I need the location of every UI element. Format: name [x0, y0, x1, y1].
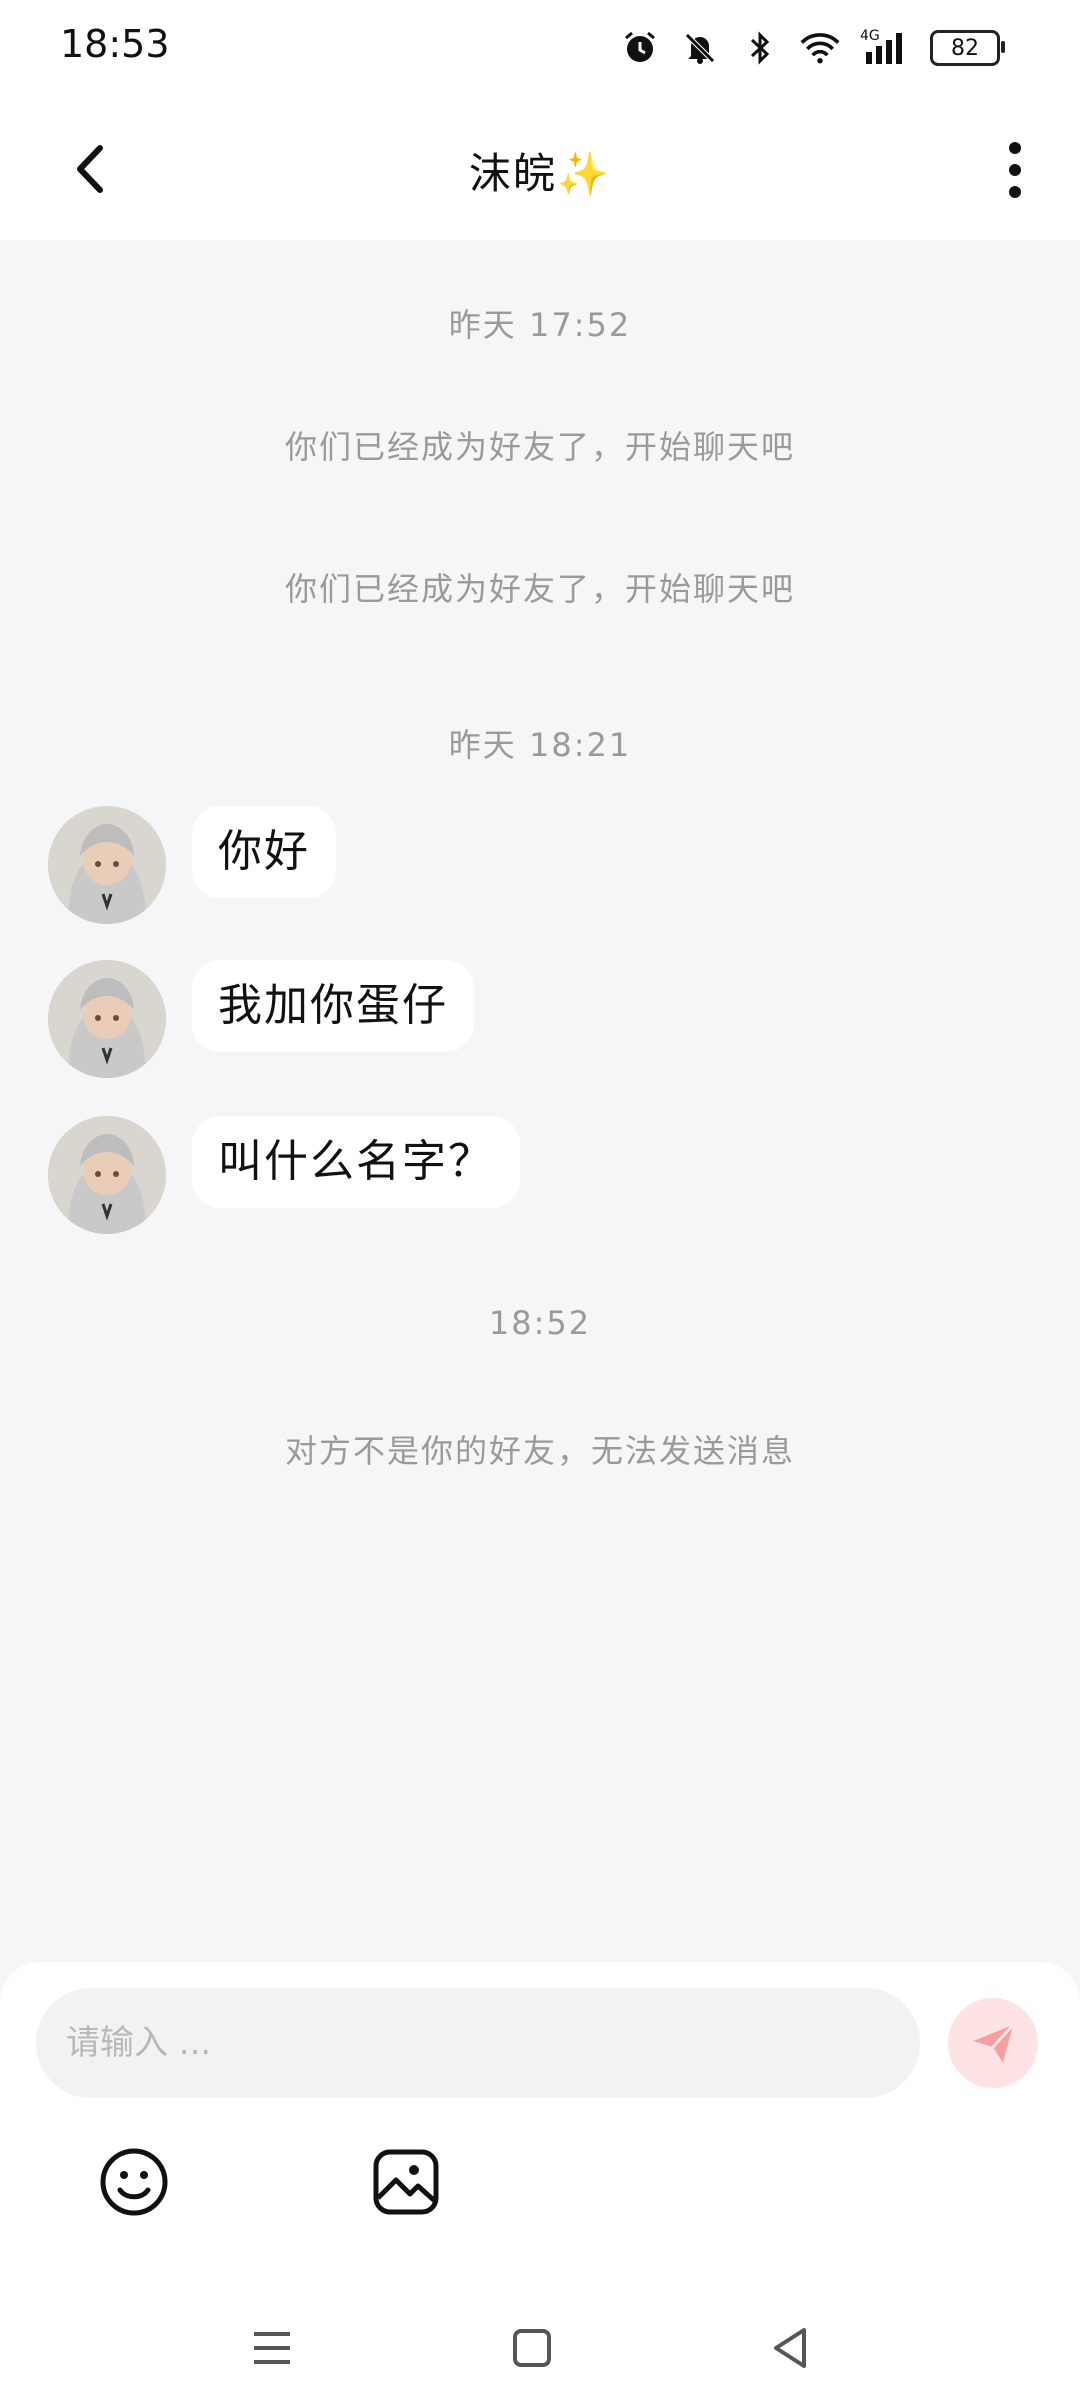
mute-bell-icon — [680, 28, 720, 68]
avatar[interactable] — [48, 1116, 166, 1234]
send-button[interactable] — [948, 1998, 1038, 2088]
system-message: 你们已经成为好友了，开始聊天吧 — [284, 428, 795, 466]
timestamp: 18:52 — [488, 1304, 592, 1342]
message-bubble[interactable]: 叫什么名字？ — [192, 1116, 520, 1208]
battery-indicator: 82 — [930, 30, 1005, 66]
cellular-signal-icon: 4G — [860, 28, 910, 68]
message-list[interactable]: 昨天 17:52 你们已经成为好友了，开始聊天吧 你们已经成为好友了，开始聊天吧… — [0, 240, 1080, 1960]
triangle-back-icon — [774, 2328, 806, 2368]
network-type-label: 4G — [860, 28, 880, 44]
image-icon — [373, 2149, 439, 2215]
system-message: 对方不是你的好友，无法发送消息 — [284, 1432, 795, 1470]
avatar[interactable] — [48, 960, 166, 1078]
send-icon — [973, 2023, 1015, 2063]
message-row: 我加你蛋仔 — [48, 960, 474, 1078]
status-bar: 18:53 4G 82 — [0, 0, 1080, 96]
more-vertical-icon — [1009, 142, 1021, 198]
message-bubble[interactable]: 你好 — [192, 806, 336, 898]
home-button[interactable] — [508, 2324, 556, 2372]
timestamp: 昨天 18:21 — [448, 726, 632, 764]
square-icon — [513, 2329, 551, 2367]
timestamp: 昨天 17:52 — [448, 306, 632, 344]
avatar[interactable] — [48, 806, 166, 924]
status-time: 18:53 — [60, 22, 170, 66]
message-input[interactable] — [36, 1988, 920, 2098]
recent-apps-button[interactable] — [248, 2324, 296, 2372]
alarm-icon — [620, 28, 660, 68]
message-row: 你好 — [48, 806, 336, 924]
more-options-button[interactable] — [990, 138, 1040, 202]
chat-title: 沫皖✨ — [468, 149, 612, 198]
smiley-icon — [100, 2148, 168, 2216]
image-button[interactable] — [370, 2146, 442, 2218]
system-navigation-bar — [0, 2288, 1080, 2408]
status-icons: 4G 82 — [620, 22, 1005, 74]
wifi-icon — [800, 28, 840, 68]
message-bubble[interactable]: 我加你蛋仔 — [192, 960, 474, 1052]
message-row: 叫什么名字？ — [48, 1116, 520, 1234]
menu-icon — [254, 2332, 290, 2364]
chat-header: 沫皖✨ — [0, 96, 1080, 240]
bluetooth-icon — [740, 28, 780, 68]
back-nav-button[interactable] — [766, 2324, 814, 2372]
emoji-button[interactable] — [98, 2146, 170, 2218]
system-message: 你们已经成为好友了，开始聊天吧 — [284, 570, 795, 608]
